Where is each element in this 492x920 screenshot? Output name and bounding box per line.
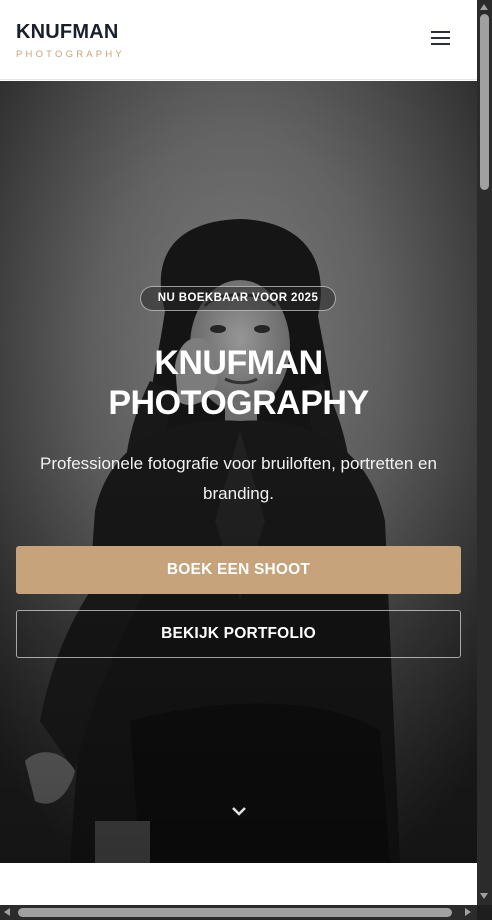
book-shoot-button[interactable]: BOEK EEN SHOOT — [16, 546, 461, 594]
hamburger-menu-icon[interactable] — [426, 26, 456, 50]
hero-description: Professionele fotografie voor bruiloften… — [40, 454, 437, 503]
chevron-down-icon[interactable] — [231, 805, 247, 817]
hero-title-line-1: KNUFMAN — [154, 344, 323, 382]
scrollbar-corner — [477, 905, 492, 920]
vertical-scrollbar-thumb[interactable] — [480, 14, 489, 190]
page-viewport: KNUFMAN PHOTOGRAPHY NU BOEKBAAR VOOR 202… — [0, 0, 477, 905]
brand-name[interactable]: KNUFMAN — [16, 21, 119, 44]
hero-title-line-2: PHOTOGRAPHY — [108, 384, 369, 422]
availability-badge: NU BOEKBAAR VOOR 2025 — [140, 286, 336, 311]
scroll-right-arrow-icon[interactable] — [465, 908, 471, 916]
brand-subtitle: PHOTOGRAPHY — [16, 49, 125, 60]
horizontal-scrollbar[interactable] — [0, 905, 492, 920]
horizontal-scrollbar-thumb[interactable] — [18, 908, 452, 917]
hero-title: KNUFMAN PHOTOGRAPHY — [0, 343, 477, 423]
view-portfolio-button[interactable]: BEKIJK PORTFOLIO — [16, 610, 461, 658]
site-header: KNUFMAN PHOTOGRAPHY — [0, 0, 477, 80]
scroll-down-arrow-icon[interactable] — [480, 893, 488, 899]
vertical-scrollbar[interactable] — [477, 0, 492, 905]
scroll-up-arrow-icon[interactable] — [480, 4, 488, 10]
scroll-left-arrow-icon[interactable] — [4, 908, 10, 916]
